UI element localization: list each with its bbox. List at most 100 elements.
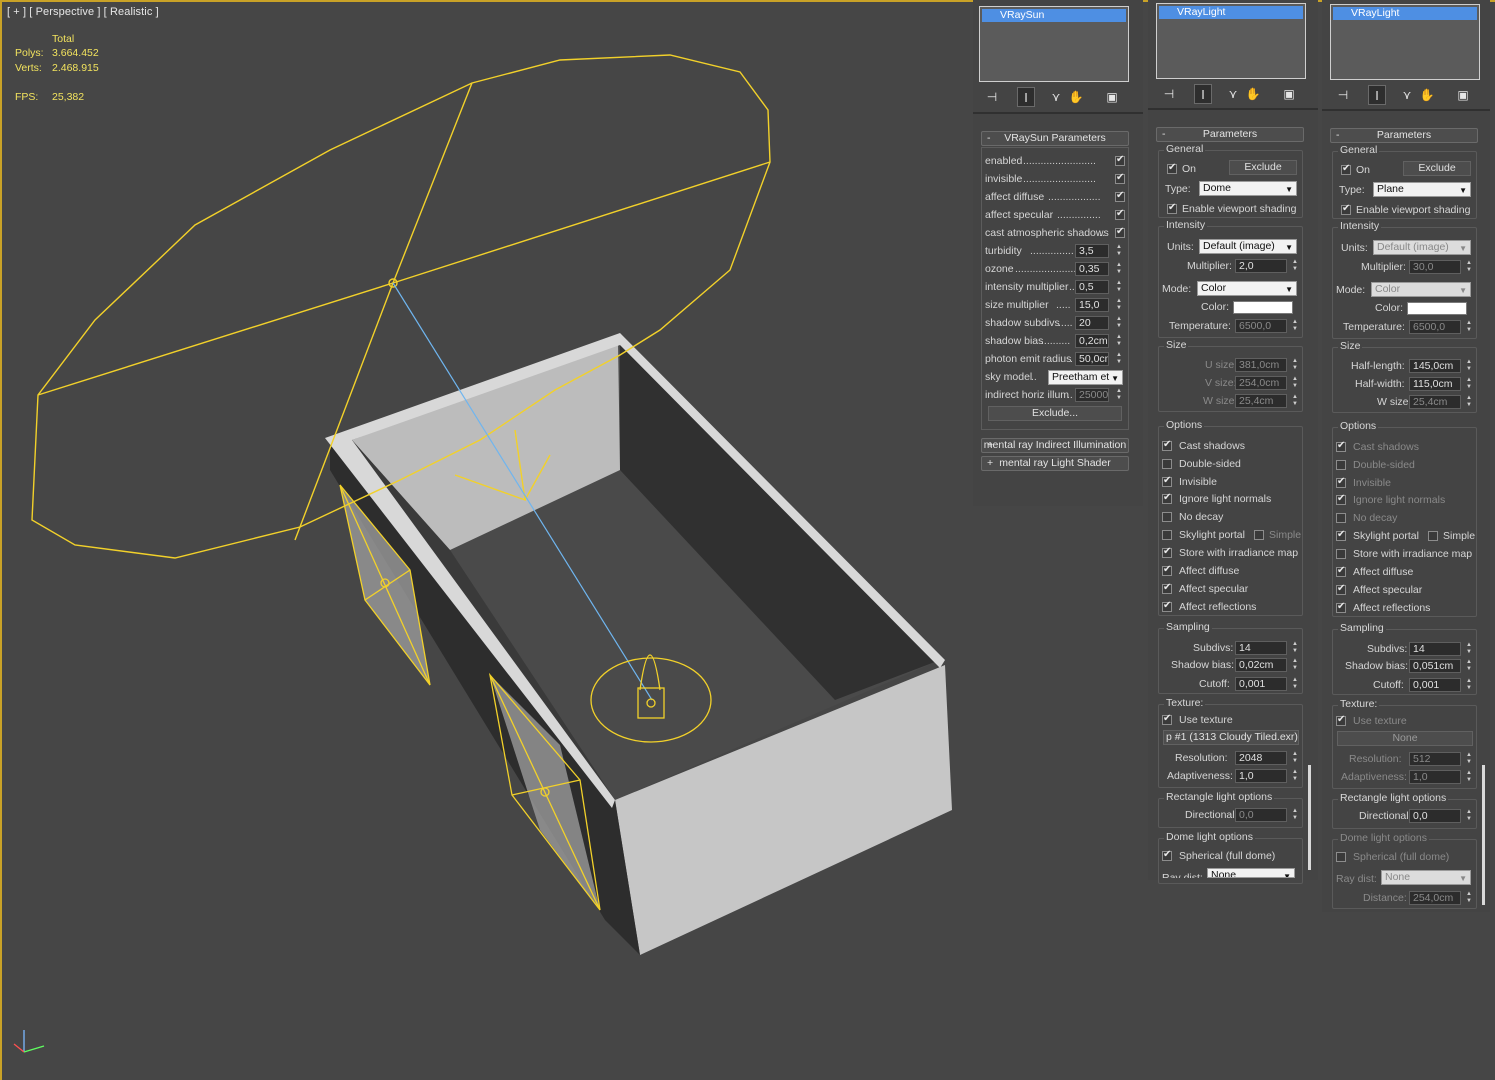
plane-shadow-bias-spinner[interactable]: 0,051cm [1409,659,1461,673]
hierarchy-icon[interactable]: ⋎ [1398,85,1416,105]
spinner-arrows[interactable]: ▲ ▼ [1291,394,1299,408]
dome-cutoff-spinner[interactable]: 0,001 [1235,677,1287,691]
dome-texture-map-button[interactable]: p #1 (1313 Cloudy Tiled.exr) [1163,730,1299,745]
dome-units-dropdown[interactable]: Default (image) ▼ [1199,239,1297,254]
indirect-horiz-illum-spinner[interactable]: 25000 [1075,388,1109,402]
plane-spherical-checkbox[interactable] [1336,852,1346,862]
dome-temperature-spinner[interactable]: 6500,0 [1235,319,1287,333]
spinner-arrows[interactable]: ▲ ▼ [1465,359,1473,373]
pin-icon[interactable]: ⊣ [983,87,1001,107]
pin-icon[interactable]: ⊣ [1334,85,1352,105]
spinner-arrows[interactable]: ▲ ▼ [1465,678,1473,692]
dome-type-dropdown[interactable]: Dome ▼ [1199,181,1297,196]
plane-no-decay-checkbox[interactable] [1336,513,1346,523]
dome-adaptiveness-spinner[interactable]: 1,0 [1235,769,1287,783]
plane-object-list[interactable]: VRayLight [1330,4,1480,80]
viewport-label[interactable]: [ + ] [ Perspective ] [ Realistic ] [7,6,159,18]
plane-mode-dropdown[interactable]: Color ▼ [1371,282,1471,297]
dome-v-size-spinner[interactable]: 254,0cm [1235,376,1287,390]
photon-emit-radius-spinner[interactable]: 50,0cm [1075,352,1109,366]
intensity-multiplier-spinner-arrows[interactable]: ▲ ▼ [1115,280,1123,294]
affect-diffuse-checkbox[interactable] [1115,190,1125,202]
motion-icon[interactable]: ✋ [1418,85,1436,105]
plane-affect-specular-checkbox[interactable] [1336,583,1346,595]
plane-directional-spinner[interactable]: 0,0 [1409,809,1461,823]
plane-on-checkbox[interactable] [1341,163,1351,175]
vraysun-exclude-button[interactable]: Exclude... [988,406,1122,421]
spinner-arrows[interactable]: ▲ ▼ [1291,677,1299,691]
dome-on-checkbox[interactable] [1167,162,1177,174]
plane-list-item[interactable]: VRayLight [1333,7,1477,20]
plane-adaptiveness-spinner[interactable]: 1,0 [1409,770,1461,784]
plane-affect-reflections-checkbox[interactable] [1336,601,1346,613]
spinner-arrows[interactable]: ▲ ▼ [1291,641,1299,655]
plane-simple-checkbox[interactable] [1428,531,1438,541]
ozone-spinner-arrows[interactable]: ▲ ▼ [1115,262,1123,276]
dome-u-size-spinner[interactable]: 381,0cm [1235,358,1287,372]
display-icon[interactable]: ▣ [1103,87,1121,107]
spinner-arrows[interactable]: ▲ ▼ [1465,642,1473,656]
spinner-arrows[interactable]: ▲ ▼ [1465,809,1473,823]
dome-no-decay-checkbox[interactable] [1162,512,1172,522]
plane-affect-diffuse-checkbox[interactable] [1336,565,1346,577]
turbidity-spinner-arrows[interactable]: ▲ ▼ [1115,244,1123,258]
plane-temperature-spinner[interactable]: 6500,0 [1409,320,1461,334]
dome-list-item[interactable]: VRayLight [1159,6,1303,19]
dome-directional-spinner[interactable]: 0,0 [1235,808,1287,822]
affect-specular-checkbox[interactable] [1115,208,1125,220]
plane-exclude-button[interactable]: Exclude [1403,161,1471,176]
modify-icon[interactable]: Ⅰ [1368,85,1386,105]
spinner-arrows[interactable]: ▲ ▼ [1291,259,1299,273]
plane-double-sided-checkbox[interactable] [1336,460,1346,470]
plane-panel-scrollbar[interactable] [1482,765,1485,905]
spinner-arrows[interactable]: ▲ ▼ [1465,770,1473,784]
plane-color-swatch[interactable] [1407,302,1467,315]
sky-model-dropdown[interactable]: Preetham et ▼ [1048,370,1123,385]
plane-ray-dist-dropdown[interactable]: None ▼ [1381,870,1471,885]
dome-spherical-checkbox[interactable] [1162,849,1172,861]
shadow-bias-spinner-arrows[interactable]: ▲ ▼ [1115,334,1123,348]
shadow-subdivs-spinner-arrows[interactable]: ▲ ▼ [1115,316,1123,330]
size-multiplier-spinner-arrows[interactable]: ▲ ▼ [1115,298,1123,312]
room-box[interactable] [325,333,952,955]
shadow-subdivs-spinner[interactable]: 20 [1075,316,1109,330]
dome-color-swatch[interactable] [1233,301,1293,314]
plane-viewport-shading-checkbox[interactable] [1341,203,1351,215]
plane-use-texture-checkbox[interactable] [1336,714,1346,726]
plane-cutoff-spinner[interactable]: 0,001 [1409,678,1461,692]
cast-atmospheric-shadows-checkbox[interactable] [1115,226,1125,238]
spinner-arrows[interactable]: ▲ ▼ [1465,891,1473,905]
dome-viewport-shading-checkbox[interactable] [1167,202,1177,214]
dome-mode-dropdown[interactable]: Color ▼ [1197,281,1297,296]
plane-ignore-light-normals-checkbox[interactable] [1336,493,1346,505]
vraysun-object-list[interactable]: VRaySun [979,6,1129,82]
dome-multiplier-spinner[interactable]: 2,0 [1235,259,1287,273]
plane-units-dropdown[interactable]: Default (image) ▼ [1373,240,1471,255]
ozone-spinner[interactable]: 0,35 [1075,262,1109,276]
spinner-arrows[interactable]: ▲ ▼ [1291,769,1299,783]
vraysun-list-item[interactable]: VRaySun [982,9,1126,22]
dome-affect-diffuse-checkbox[interactable] [1162,564,1172,576]
dome-shadow-bias-spinner[interactable]: 0,02cm [1235,658,1287,672]
motion-icon[interactable]: ✋ [1244,84,1262,104]
dome-object-list[interactable]: VRayLight [1156,3,1306,79]
spinner-arrows[interactable]: ▲ ▼ [1465,260,1473,274]
dome-simple-checkbox[interactable] [1254,530,1264,540]
plane-type-dropdown[interactable]: Plane ▼ [1373,182,1471,197]
dome-ray-dist-dropdown[interactable]: None ▼ [1207,868,1295,878]
plane-skylight-portal-checkbox[interactable] [1336,529,1346,541]
plane-multiplier-spinner[interactable]: 30,0 [1409,260,1461,274]
dome-store-irradiance-checkbox[interactable] [1162,546,1172,558]
intensity-multiplier-spinner[interactable]: 0,5 [1075,280,1109,294]
pin-icon[interactable]: ⊣ [1160,84,1178,104]
dome-affect-reflections-checkbox[interactable] [1162,600,1172,612]
spinner-arrows[interactable]: ▲ ▼ [1465,395,1473,409]
spinner-arrows[interactable]: ▲ ▼ [1291,751,1299,765]
plane-subdivs-spinner[interactable]: 14 [1409,642,1461,656]
hierarchy-icon[interactable]: ⋎ [1047,87,1065,107]
spinner-arrows[interactable]: ▲ ▼ [1465,752,1473,766]
plane-parameters-rollout-header[interactable]: - Parameters [1330,128,1478,143]
dome-resolution-spinner[interactable]: 2048 [1235,751,1287,765]
dome-cast-shadows-checkbox[interactable] [1162,439,1172,451]
display-icon[interactable]: ▣ [1454,85,1472,105]
